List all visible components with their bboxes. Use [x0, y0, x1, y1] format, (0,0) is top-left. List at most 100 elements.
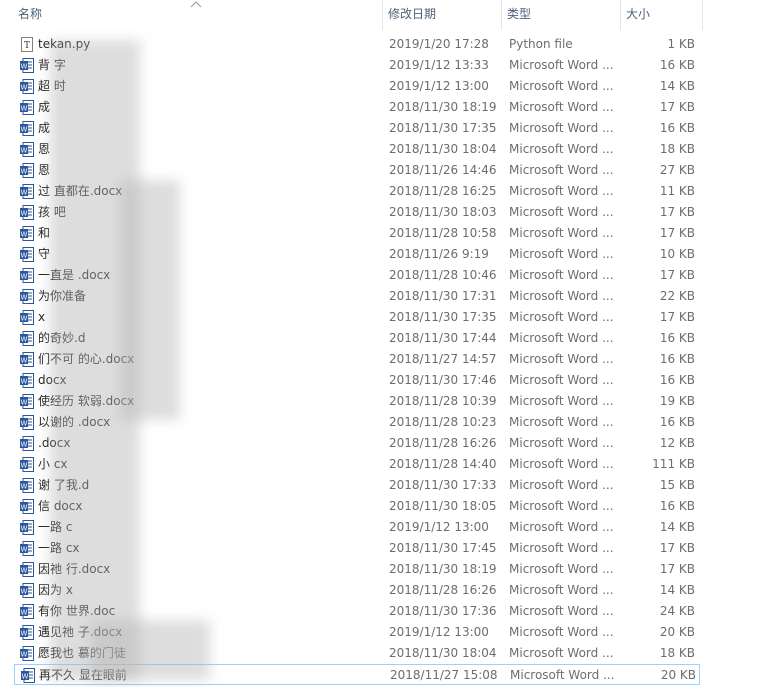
word-document-icon: W — [20, 436, 34, 451]
word-document-icon: W — [20, 646, 34, 661]
file-type: Microsoft Word ... — [509, 478, 614, 492]
word-document-icon: W — [20, 562, 34, 577]
file-icon-cell: W — [18, 76, 34, 97]
file-size: 17 KB — [659, 226, 695, 240]
file-date-modified: 2018/11/26 14:46 — [389, 163, 497, 177]
file-date-modified: 2018/11/30 18:04 — [389, 142, 497, 156]
file-type: Microsoft Word ... — [509, 268, 614, 282]
file-date-modified: 2018/11/28 14:40 — [389, 457, 497, 471]
svg-text:W: W — [21, 546, 28, 554]
svg-text:W: W — [21, 231, 28, 239]
column-header-date-label: 修改日期 — [388, 7, 437, 21]
file-icon-cell: W — [19, 665, 35, 686]
file-size: 17 KB — [659, 541, 695, 555]
svg-text:W: W — [22, 673, 29, 681]
word-document-icon: W — [20, 331, 34, 346]
word-document-icon: W — [20, 289, 34, 304]
file-icon-cell: W — [18, 55, 34, 76]
file-size: 10 KB — [659, 247, 695, 261]
svg-text:W: W — [21, 420, 28, 428]
file-icon-cell: W — [18, 433, 34, 454]
file-size: 20 KB — [660, 668, 696, 682]
file-size: 17 KB — [659, 268, 695, 282]
svg-text:W: W — [21, 315, 28, 323]
word-document-icon: W — [20, 415, 34, 430]
word-document-icon: W — [20, 184, 34, 199]
svg-text:W: W — [21, 399, 28, 407]
privacy-blur-patch — [120, 180, 180, 420]
file-size: 16 KB — [659, 415, 695, 429]
file-icon-cell: W — [18, 160, 34, 181]
word-document-icon: W — [20, 226, 34, 241]
word-document-icon: W — [20, 100, 34, 115]
file-icon-cell: W — [18, 244, 34, 265]
file-size: 14 KB — [659, 79, 695, 93]
file-type: Microsoft Word ... — [509, 394, 614, 408]
file-type: Microsoft Word ... — [509, 625, 614, 639]
file-date-modified: 2018/11/28 16:25 — [389, 184, 497, 198]
svg-text:W: W — [21, 336, 28, 344]
file-size: 24 KB — [659, 604, 695, 618]
svg-text:W: W — [21, 378, 28, 386]
file-size: 14 KB — [659, 520, 695, 534]
file-type: Python file — [509, 37, 573, 51]
word-document-icon: W — [20, 268, 34, 283]
file-type: Microsoft Word ... — [509, 541, 614, 555]
svg-text:W: W — [21, 294, 28, 302]
column-header-name-label: 名称 — [18, 7, 43, 21]
column-header-size[interactable]: 大小 — [621, 0, 703, 30]
svg-text:W: W — [21, 630, 28, 638]
file-icon-cell: W — [18, 601, 34, 622]
file-icon-cell: W — [18, 286, 34, 307]
file-date-modified: 2019/1/12 13:00 — [389, 520, 489, 534]
file-icon-cell: W — [18, 580, 34, 601]
file-size: 27 KB — [659, 163, 695, 177]
file-icon-cell: W — [18, 202, 34, 223]
svg-text:W: W — [21, 189, 28, 197]
word-document-icon: W — [20, 247, 34, 262]
file-icon-cell: W — [18, 97, 34, 118]
svg-text:W: W — [21, 63, 28, 71]
svg-text:W: W — [21, 105, 28, 113]
file-date-modified: 2018/11/30 17:35 — [389, 121, 497, 135]
file-size: 1 KB — [667, 37, 695, 51]
file-date-modified: 2018/11/30 18:04 — [389, 646, 497, 660]
file-type: Microsoft Word ... — [509, 79, 614, 93]
svg-text:W: W — [21, 84, 28, 92]
file-size: 20 KB — [659, 625, 695, 639]
file-type: Microsoft Word ... — [509, 142, 614, 156]
file-type: Microsoft Word ... — [509, 226, 614, 240]
word-document-icon: W — [20, 310, 34, 325]
file-type: Microsoft Word ... — [509, 163, 614, 177]
file-icon-cell: W — [18, 391, 34, 412]
svg-text:W: W — [21, 210, 28, 218]
svg-text:W: W — [21, 588, 28, 596]
file-size: 16 KB — [659, 499, 695, 513]
file-size: 14 KB — [659, 583, 695, 597]
file-date-modified: 2018/11/28 16:26 — [389, 583, 497, 597]
word-document-icon: W — [20, 79, 34, 94]
file-size: 16 KB — [659, 331, 695, 345]
file-date-modified: 2018/11/27 15:08 — [390, 668, 498, 682]
file-type: Microsoft Word ... — [509, 373, 614, 387]
word-document-icon: W — [20, 583, 34, 598]
file-type: Microsoft Word ... — [509, 457, 614, 471]
file-date-modified: 2018/11/30 18:19 — [389, 562, 497, 576]
file-date-modified: 2018/11/30 17:35 — [389, 310, 497, 324]
word-document-icon: W — [20, 352, 34, 367]
file-type: Microsoft Word ... — [509, 58, 614, 72]
file-type: Microsoft Word ... — [509, 520, 614, 534]
file-type: Microsoft Word ... — [509, 100, 614, 114]
file-icon-cell: W — [18, 475, 34, 496]
word-document-icon: W — [20, 373, 34, 388]
file-icon-cell: W — [18, 307, 34, 328]
file-size: 11 KB — [659, 184, 695, 198]
file-date-modified: 2019/1/12 13:00 — [389, 79, 489, 93]
column-header-date-modified[interactable]: 修改日期 — [383, 0, 502, 30]
column-header-bar: 名称 修改日期 类型 大小 — [0, 0, 779, 30]
file-icon-cell: W — [18, 181, 34, 202]
file-icon-cell: W — [18, 370, 34, 391]
column-header-type[interactable]: 类型 — [502, 0, 621, 30]
file-size: 16 KB — [659, 373, 695, 387]
file-size: 17 KB — [659, 100, 695, 114]
